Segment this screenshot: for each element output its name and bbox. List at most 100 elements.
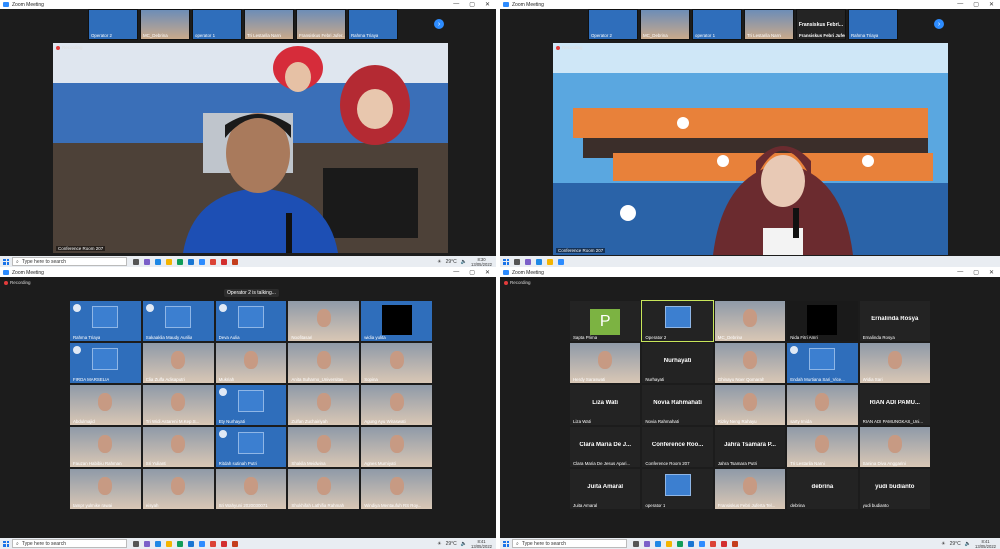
app-icon[interactable] bbox=[177, 540, 183, 547]
clock[interactable]: 8:30 13/05/2022 bbox=[471, 257, 492, 267]
maximize-icon[interactable]: ▢ bbox=[973, 1, 979, 8]
participant-tile[interactable]: eisyah bbox=[142, 469, 214, 509]
minimize-icon[interactable]: — bbox=[453, 269, 459, 276]
participant-tile[interactable]: FIRDA MARSELIA bbox=[70, 343, 141, 383]
participant-tile[interactable]: Mukriah bbox=[215, 343, 287, 383]
chrome-icon[interactable] bbox=[710, 540, 716, 547]
app-icon[interactable] bbox=[644, 540, 650, 547]
thumbnail[interactable]: Fransiskus Febri... Fransiskus Febri Jufe… bbox=[796, 9, 846, 40]
windows-start-icon[interactable] bbox=[3, 540, 9, 547]
powerpoint-icon[interactable] bbox=[232, 258, 238, 265]
participant-tile[interactable]: Widia Sari bbox=[859, 343, 930, 383]
folder-icon[interactable] bbox=[166, 258, 172, 265]
app-icon[interactable] bbox=[144, 258, 150, 265]
minimize-icon[interactable]: — bbox=[957, 269, 963, 276]
maximize-icon[interactable]: ▢ bbox=[469, 269, 475, 276]
edge-icon[interactable] bbox=[188, 540, 194, 547]
windows-start-icon[interactable] bbox=[503, 540, 509, 547]
participant-tile[interactable]: Shakila Meidwina bbox=[288, 427, 360, 467]
participant-tile[interactable]: Nida Fitri Amri bbox=[787, 301, 858, 341]
close-icon[interactable]: ✕ bbox=[989, 269, 994, 276]
participant-tile[interactable]: Rizky Neng Rahayu bbox=[714, 385, 786, 425]
thumbnail[interactable]: Rahma Triaya bbox=[348, 9, 398, 40]
volume-icon[interactable]: 🔈 bbox=[461, 259, 467, 265]
participant-tile[interactable]: Ghinayu Noer Qomarah bbox=[714, 343, 786, 383]
task-view-icon[interactable] bbox=[133, 540, 139, 547]
participant-tile[interactable]: yudi budianto yudi budianto bbox=[859, 469, 930, 509]
thumbnail[interactable]: operator 1 bbox=[192, 9, 242, 40]
app-icon[interactable] bbox=[155, 540, 161, 547]
participant-tile[interactable]: Ritdah sutinah Putri bbox=[215, 427, 287, 467]
chrome-icon[interactable] bbox=[210, 258, 216, 265]
windows-start-icon[interactable] bbox=[503, 258, 509, 265]
app-icon[interactable] bbox=[655, 540, 661, 547]
zoom-app-icon[interactable] bbox=[199, 258, 205, 265]
participant-tile[interactable]: Rahma Triaya bbox=[70, 301, 141, 341]
powerpoint-icon[interactable] bbox=[232, 540, 238, 547]
thumbnail[interactable]: Operator 2 bbox=[88, 9, 138, 40]
participant-tile[interactable]: Endah Murtiana Sari_Vice... bbox=[787, 343, 858, 383]
minimize-icon[interactable]: — bbox=[453, 1, 459, 8]
participant-tile[interactable]: Zulfan Zuchairiyah bbox=[288, 385, 360, 425]
close-icon[interactable]: ✕ bbox=[485, 1, 490, 8]
clock[interactable]: 8:41 13/05/2022 bbox=[471, 539, 492, 549]
participant-tile[interactable]: Nurhayati Nurhayati bbox=[642, 343, 713, 383]
participant-tile[interactable]: Deva Aulia bbox=[215, 301, 287, 341]
participant-tile[interactable]: Fauzan Habibiu Rahman bbox=[70, 427, 141, 467]
task-view-icon[interactable] bbox=[133, 258, 139, 265]
folder-icon[interactable] bbox=[166, 540, 172, 547]
thumbnail[interactable]: Operator 2 bbox=[588, 9, 638, 40]
task-view-icon[interactable] bbox=[633, 540, 639, 547]
thumbnail[interactable]: MC_Debrina bbox=[140, 9, 190, 40]
volume-icon[interactable]: 🔈 bbox=[461, 541, 467, 547]
participant-tile[interactable]: Ety Nurhayati bbox=[215, 385, 287, 425]
app-icon[interactable] bbox=[221, 258, 227, 265]
thumbnail[interactable]: MC_Debrina bbox=[640, 9, 690, 40]
taskbar-search[interactable]: ⌕ Type here to search bbox=[12, 539, 127, 548]
participant-tile[interactable]: Windiya Mentaufuh RS Roy... bbox=[361, 469, 432, 509]
close-icon[interactable]: ✕ bbox=[989, 1, 994, 8]
participant-tile[interactable]: Agung Ayu Wiraswati bbox=[361, 385, 432, 425]
participant-tile[interactable]: Sanina Diva Anggarini bbox=[859, 427, 930, 467]
thumbnail[interactable]: operator 1 bbox=[692, 9, 742, 40]
participant-tile[interactable]: RIAN ADI PAMU... RIAN ADI PAMUNGKAS_Uni..… bbox=[859, 385, 930, 425]
app-icon[interactable] bbox=[177, 258, 183, 265]
zoom-app-icon[interactable] bbox=[199, 540, 205, 547]
participant-tile[interactable]: MC_Debrina bbox=[714, 301, 786, 341]
maximize-icon[interactable]: ▢ bbox=[469, 1, 475, 8]
edge-icon[interactable] bbox=[188, 258, 194, 265]
participant-tile[interactable]: Abdulmajid bbox=[70, 385, 141, 425]
participant-tile[interactable]: Novia Rahmahati Novia Rahmahati bbox=[642, 385, 713, 425]
next-page-icon[interactable]: › bbox=[434, 19, 444, 29]
thumbnail[interactable]: Tri Lestarila Narni bbox=[244, 9, 294, 40]
app-icon[interactable] bbox=[525, 258, 531, 265]
participant-tile[interactable]: sarty Imida bbox=[787, 385, 858, 425]
participant-tile[interactable]: Sopina bbox=[361, 343, 432, 383]
participant-tile[interactable]: Agnes Murniyati bbox=[361, 427, 432, 467]
taskbar-search[interactable]: ⌕ Type here to search bbox=[12, 257, 127, 266]
participant-tile[interactable]: Jahra Tsamara P... Jahra Tsamara Putri bbox=[714, 427, 786, 467]
zoom-app-icon[interactable] bbox=[558, 258, 564, 265]
app-icon[interactable] bbox=[721, 540, 727, 547]
participant-tile[interactable]: Shokhifah Lathifia Rahmah bbox=[288, 469, 360, 509]
participant-tile[interactable]: Fransiskus Febri Juferta Tel... bbox=[714, 469, 786, 509]
participant-tile[interactable]: operator 1 bbox=[642, 469, 713, 509]
participant-tile[interactable]: Liza Wati Liza Wati bbox=[570, 385, 641, 425]
participant-tile[interactable]: Juita Amaral Juita Amaral bbox=[570, 469, 641, 509]
edge-icon[interactable] bbox=[688, 540, 694, 547]
powerpoint-icon[interactable] bbox=[732, 540, 738, 547]
participant-tile[interactable]: Anita Suharno_Universitas... bbox=[288, 343, 360, 383]
volume-icon[interactable]: 🔈 bbox=[965, 541, 971, 547]
participant-tile[interactable]: Tri Widi Astareni M.Kep.S... bbox=[142, 385, 214, 425]
app-icon[interactable] bbox=[536, 258, 542, 265]
chrome-icon[interactable] bbox=[210, 540, 216, 547]
app-icon[interactable] bbox=[677, 540, 683, 547]
app-icon[interactable] bbox=[221, 540, 227, 547]
app-icon[interactable] bbox=[144, 540, 150, 547]
task-view-icon[interactable] bbox=[514, 258, 520, 265]
participant-tile[interactable]: Ernalinda Rosya Ernalinda Rosya bbox=[859, 301, 930, 341]
participant-tile[interactable]: Herdy Saraswati bbox=[570, 343, 641, 383]
participant-tile[interactable]: Clara Maria De J... Clara Maria De Jesus … bbox=[570, 427, 641, 467]
folder-icon[interactable] bbox=[547, 258, 553, 265]
thumbnail[interactable]: Rahma Triaya bbox=[848, 9, 898, 40]
